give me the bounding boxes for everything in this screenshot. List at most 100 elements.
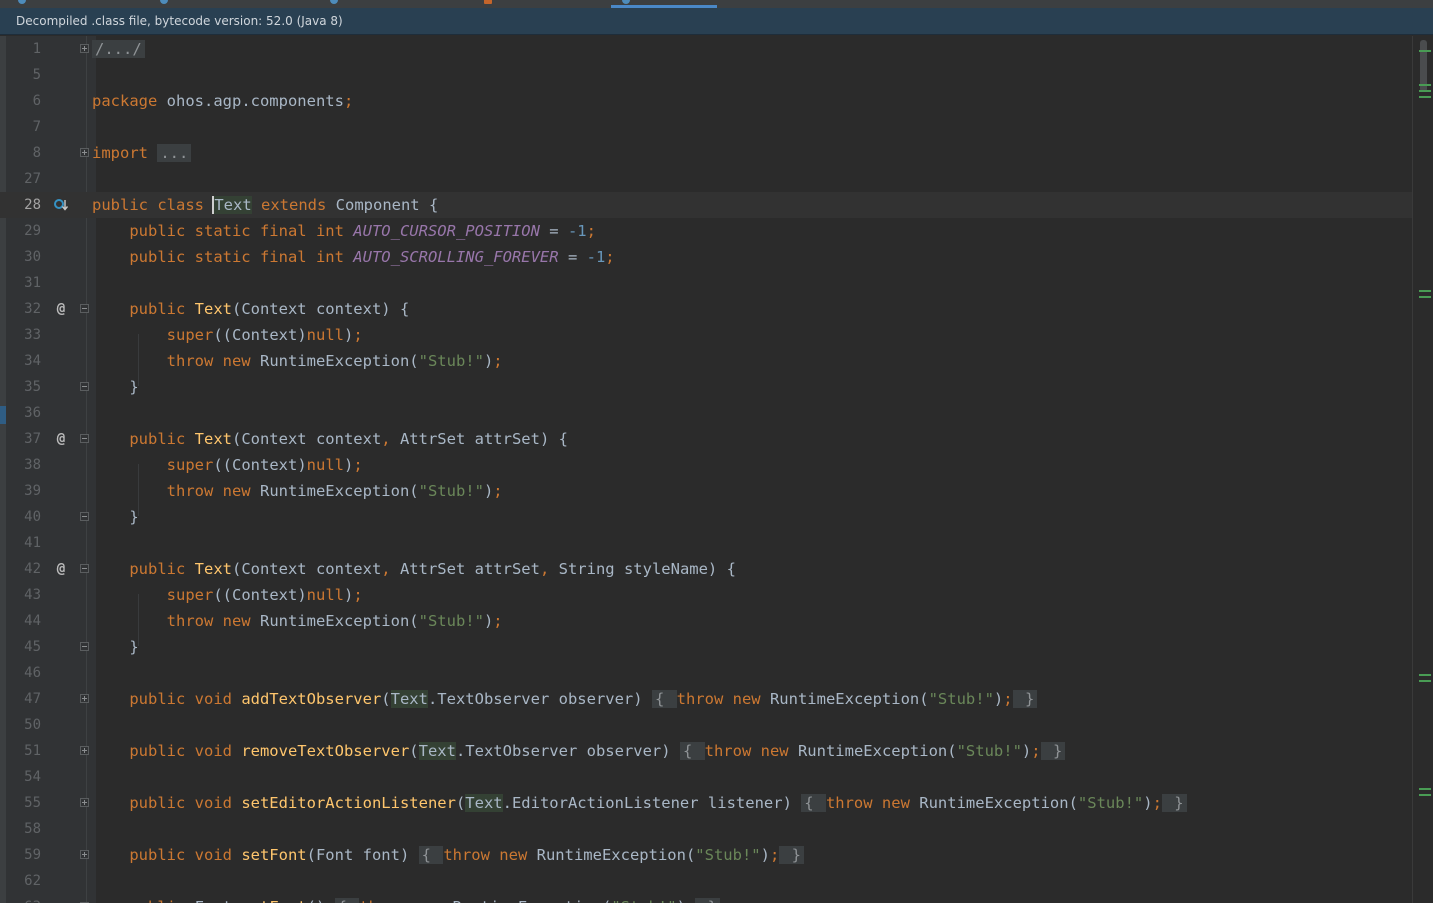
change-marker[interactable]	[1419, 96, 1431, 98]
code-text[interactable]: }	[92, 374, 138, 400]
code-line[interactable]: 47 public void addTextObserver(Text.Text…	[0, 686, 1412, 712]
code-line[interactable]: 39 throw new RuntimeException("Stub!");	[0, 478, 1412, 504]
expand-fold-icon[interactable]	[80, 746, 89, 755]
expand-fold-icon[interactable]	[80, 798, 89, 807]
collapse-fold-icon[interactable]	[80, 434, 89, 443]
change-marker[interactable]	[1419, 84, 1431, 86]
vertical-scrollbar[interactable]	[1412, 36, 1433, 903]
code-line[interactable]: 51 public void removeTextObserver(Text.T…	[0, 738, 1412, 764]
code-text[interactable]: package ohos.agp.components;	[92, 88, 353, 114]
code-text[interactable]: public Text(Context context, AttrSet att…	[92, 426, 568, 452]
code-text[interactable]: public void setFont(Font font) { throw n…	[92, 842, 804, 868]
code-text[interactable]: super((Context)null);	[92, 322, 363, 348]
collapse-fold-icon[interactable]	[80, 304, 89, 313]
change-marker[interactable]	[1419, 290, 1431, 292]
annotation-icon[interactable]: @	[53, 561, 69, 577]
code-text[interactable]: throw new RuntimeException("Stub!");	[92, 608, 503, 634]
code-line[interactable]: 31	[0, 270, 1412, 296]
code-line[interactable]: 35 }	[0, 374, 1412, 400]
code-text[interactable]: public class Text extends Component {	[92, 192, 438, 218]
code-line[interactable]: 41	[0, 530, 1412, 556]
code-text[interactable]: public Text(Context context) {	[92, 296, 409, 322]
code-token: =	[558, 248, 587, 266]
change-marker[interactable]	[1419, 90, 1431, 92]
annotation-icon[interactable]: @	[53, 431, 69, 447]
collapse-fold-icon[interactable]	[80, 642, 89, 651]
code-text[interactable]: throw new RuntimeException("Stub!");	[92, 348, 503, 374]
code-line[interactable]: 50	[0, 712, 1412, 738]
line-number: 58	[24, 821, 41, 837]
collapse-fold-icon[interactable]	[80, 564, 89, 573]
collapse-fold-icon[interactable]	[80, 382, 89, 391]
code-line[interactable]: 63 public Font getFont() { throw new Run…	[0, 894, 1412, 903]
code-text[interactable]: public void addTextObserver(Text.TextObs…	[92, 686, 1038, 712]
code-line[interactable]: 27	[0, 166, 1412, 192]
folded-header-comment[interactable]: /.../	[92, 40, 145, 58]
code-editor[interactable]: 1 /.../ 5 6 package ohos.agp.components; 7 8 im…	[0, 36, 1412, 903]
code-line[interactable]: 30 public static final int AUTO_SCROLLIN…	[0, 244, 1412, 270]
code-line[interactable]: 1 /.../	[0, 36, 1412, 62]
expand-fold-icon[interactable]	[80, 44, 89, 53]
code-text[interactable]: public void setEditorActionListener(Text…	[92, 790, 1187, 816]
code-text[interactable]: public Text(Context context, AttrSet att…	[92, 556, 736, 582]
line-number: 47	[24, 691, 41, 707]
code-text[interactable]: import ...	[92, 140, 192, 166]
code-line[interactable]: 40 }	[0, 504, 1412, 530]
code-line[interactable]: 38 super((Context)null);	[0, 452, 1412, 478]
code-line[interactable]: 5	[0, 62, 1412, 88]
editor-tab-strip[interactable]	[0, 0, 1433, 8]
code-line[interactable]: 28 public class Text extends Component {	[0, 192, 1412, 218]
code-token: "Stub!"	[418, 482, 484, 500]
change-marker[interactable]	[1419, 788, 1431, 790]
code-text[interactable]: super((Context)null);	[92, 582, 363, 608]
code-line[interactable]: 54	[0, 764, 1412, 790]
code-line[interactable]: 58	[0, 816, 1412, 842]
code-line[interactable]: 29 public static final int AUTO_CURSOR_P…	[0, 218, 1412, 244]
code-line[interactable]: 8 import ...	[0, 140, 1412, 166]
code-line[interactable]: 59 public void setFont(Font font) { thro…	[0, 842, 1412, 868]
code-line[interactable]: 33 super((Context)null);	[0, 322, 1412, 348]
expand-fold-icon[interactable]	[80, 850, 89, 859]
change-marker[interactable]	[1419, 50, 1431, 52]
code-line[interactable]: 55 public void setEditorActionListener(T…	[0, 790, 1412, 816]
code-text[interactable]: public static final int AUTO_SCROLLING_F…	[92, 244, 614, 270]
code-text[interactable]: public Font getFont() { throw new Runtim…	[92, 894, 720, 903]
code-token: AUTO_SCROLLING_FOREVER	[353, 248, 559, 266]
code-line[interactable]: 34 throw new RuntimeException("Stub!");	[0, 348, 1412, 374]
change-marker[interactable]	[1419, 296, 1431, 298]
change-marker[interactable]	[1419, 680, 1431, 682]
code-text[interactable]: }	[92, 504, 138, 530]
code-line[interactable]: 62	[0, 868, 1412, 894]
code-text[interactable]: public void removeTextObserver(Text.Text…	[92, 738, 1066, 764]
change-marker[interactable]	[1419, 794, 1431, 796]
class-name-text[interactable]: Text	[212, 196, 252, 214]
code-line[interactable]: 36	[0, 400, 1412, 426]
code-line[interactable]: 37 @ public Text(Context context, AttrSet…	[0, 426, 1412, 452]
code-text[interactable]: super((Context)null);	[92, 452, 363, 478]
change-marker[interactable]	[1419, 674, 1431, 676]
code-line[interactable]: 6 package ohos.agp.components;	[0, 88, 1412, 114]
code-text[interactable]: public static final int AUTO_CURSOR_POSI…	[92, 218, 596, 244]
code-line[interactable]: 45 }	[0, 634, 1412, 660]
code-line[interactable]: 42 @ public Text(Context context, AttrSet…	[0, 556, 1412, 582]
line-number: 38	[24, 457, 41, 473]
code-line[interactable]: 44 throw new RuntimeException("Stub!");	[0, 608, 1412, 634]
code-text[interactable]: throw new RuntimeException("Stub!");	[92, 478, 503, 504]
expand-fold-icon[interactable]	[80, 148, 89, 157]
line-number: 6	[32, 93, 41, 109]
expand-fold-icon[interactable]	[80, 694, 89, 703]
code-token: Text	[194, 300, 232, 318]
code-token: RuntimeException(	[536, 846, 696, 864]
annotation-icon[interactable]: @	[53, 301, 69, 317]
code-token: )	[343, 456, 354, 474]
overrides-method-icon[interactable]	[53, 197, 69, 213]
code-line[interactable]: 43 super((Context)null);	[0, 582, 1412, 608]
collapse-fold-icon[interactable]	[80, 512, 89, 521]
code-line[interactable]: 46	[0, 660, 1412, 686]
folded-imports[interactable]: ...	[157, 144, 192, 162]
code-token: super	[92, 326, 214, 344]
code-text[interactable]: /.../	[92, 36, 145, 62]
code-line[interactable]: 7	[0, 114, 1412, 140]
code-text[interactable]: }	[92, 634, 138, 660]
code-line[interactable]: 32 @ public Text(Context context) {	[0, 296, 1412, 322]
